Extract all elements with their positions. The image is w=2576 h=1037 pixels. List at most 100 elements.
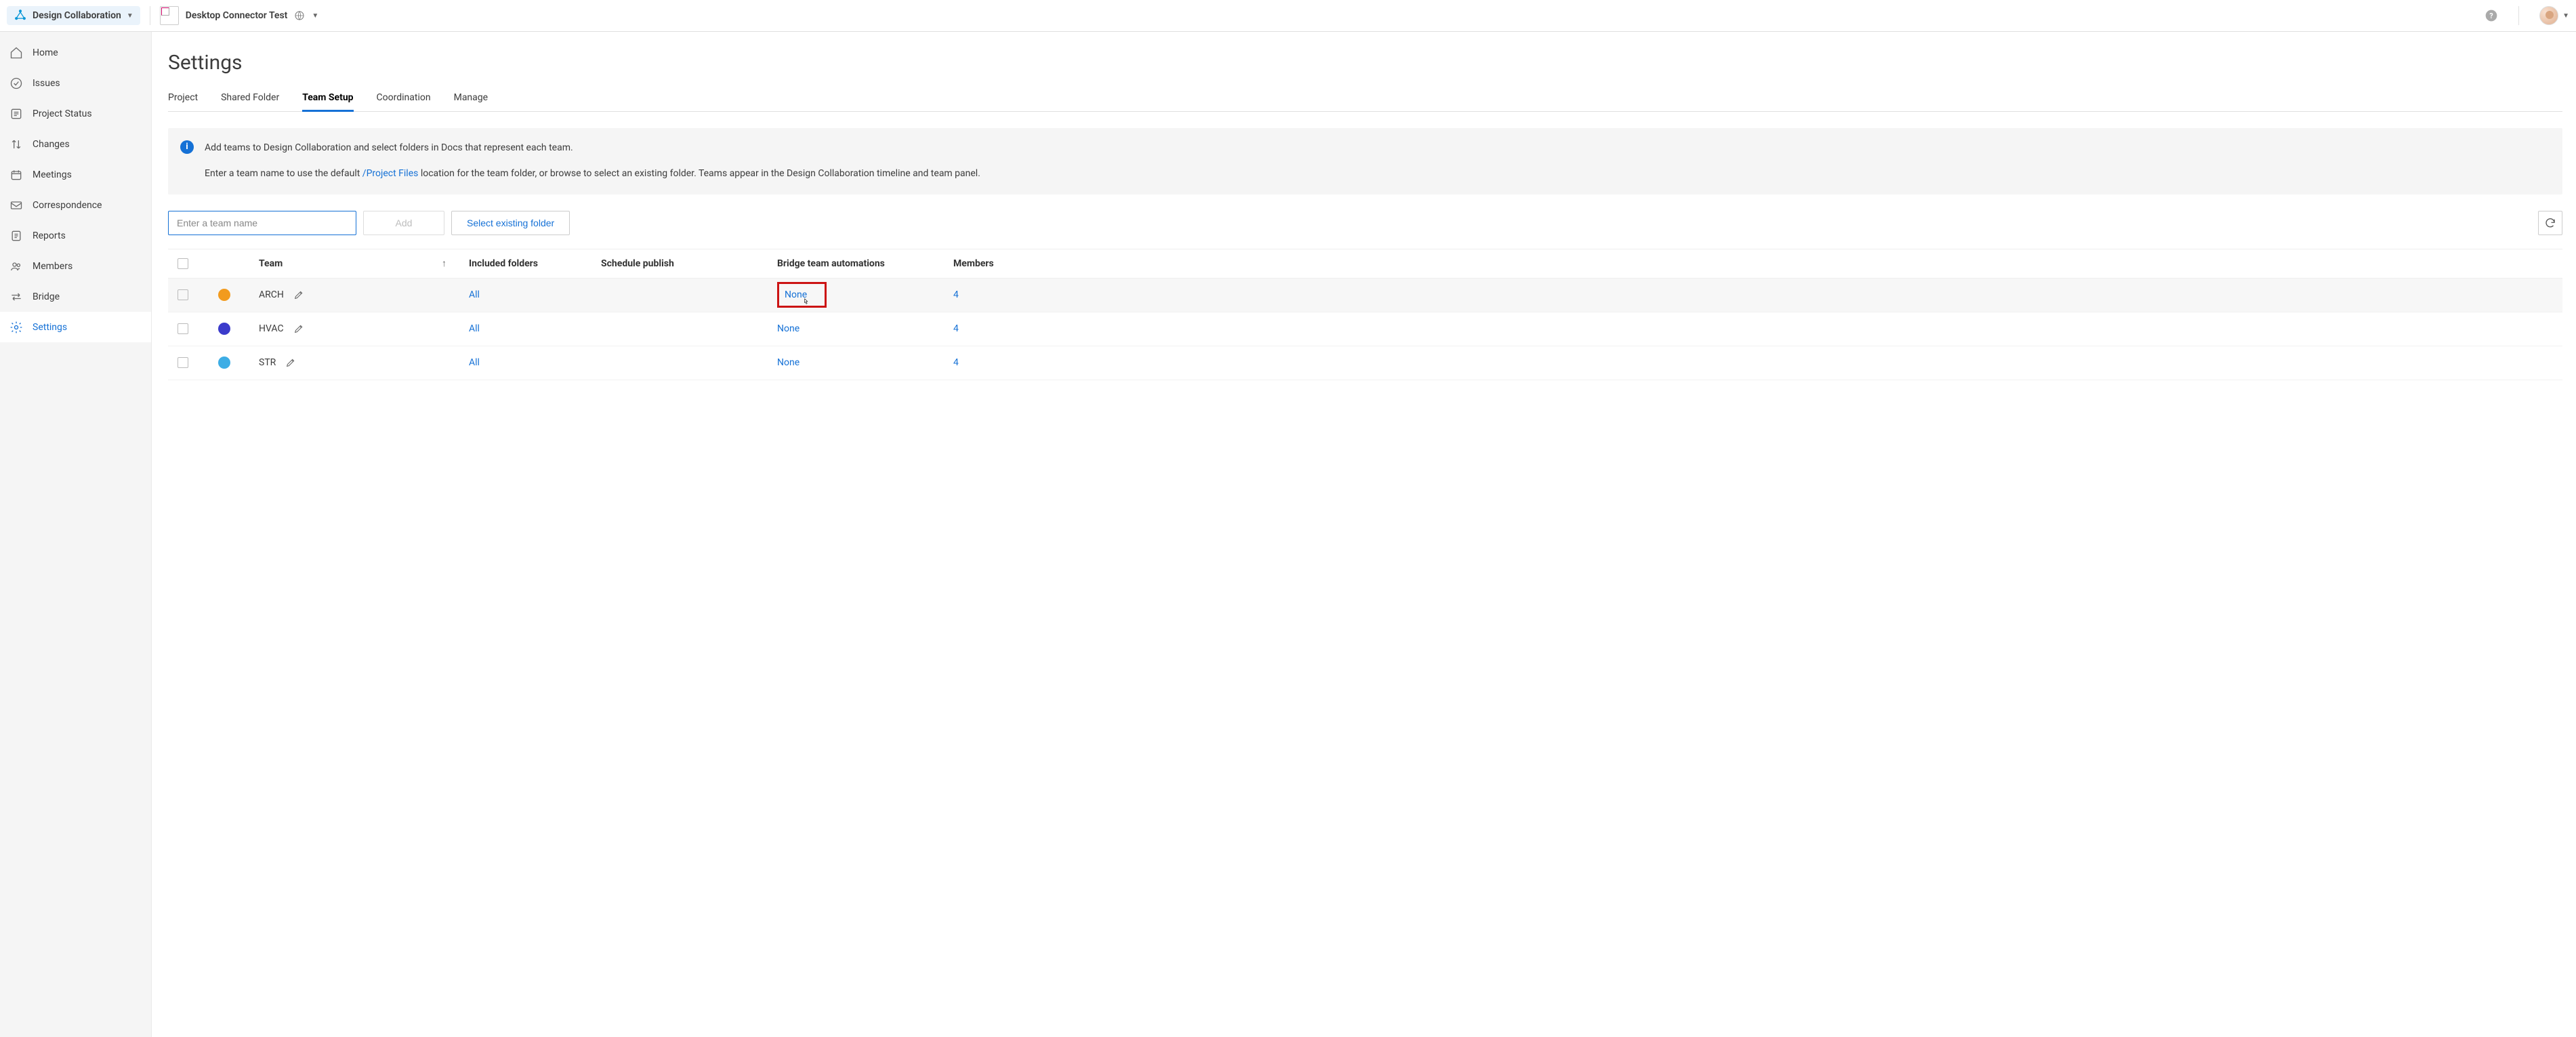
sidebar-item-reports[interactable]: Reports — [0, 220, 151, 251]
sidebar-item-label: Meetings — [33, 169, 72, 180]
sidebar-item-label: Correspondence — [33, 200, 102, 211]
sidebar-item-label: Changes — [33, 139, 70, 150]
th-schedule[interactable]: Schedule publish — [601, 258, 777, 269]
main-content: Settings Project Shared Folder Team Setu… — [152, 32, 2576, 1037]
bridge-automations-link[interactable]: None — [777, 323, 953, 334]
edit-icon[interactable] — [293, 323, 304, 334]
select-all-checkbox[interactable] — [178, 258, 188, 269]
tab-coordination[interactable]: Coordination — [377, 92, 431, 111]
team-color-dot — [218, 289, 230, 301]
banner-text-1: Add teams to Design Collaboration and se… — [205, 140, 2550, 157]
table-row: STR All None 4 — [168, 346, 2562, 380]
project-name: Desktop Connector Test — [186, 10, 288, 21]
list-icon — [9, 107, 23, 121]
row-checkbox[interactable] — [178, 357, 188, 368]
tab-shared-folder[interactable]: Shared Folder — [221, 92, 279, 111]
mail-icon — [9, 199, 23, 212]
sidebar-item-settings[interactable]: Settings — [0, 312, 151, 342]
edit-icon[interactable] — [285, 357, 296, 368]
table-row: HVAC All None 4 — [168, 312, 2562, 346]
project-files-link[interactable]: /Project Files — [362, 168, 419, 179]
swap-horizontal-icon — [9, 290, 23, 304]
globe-icon — [294, 10, 305, 21]
edit-icon[interactable] — [293, 289, 304, 300]
info-banner: i Add teams to Design Collaboration and … — [168, 128, 2562, 195]
banner-text-2a: Enter a team name to use the default — [205, 168, 362, 179]
sidebar-item-label: Project Status — [33, 108, 92, 119]
sidebar-item-label: Issues — [33, 78, 60, 89]
th-bridge[interactable]: Bridge team automations — [777, 258, 953, 269]
teams-table: Team ↑ Included folders Schedule publish… — [168, 249, 2562, 380]
team-color-dot — [218, 323, 230, 335]
team-color-dot — [218, 357, 230, 369]
report-icon — [9, 229, 23, 243]
sidebar-item-members[interactable]: Members — [0, 251, 151, 281]
calendar-icon — [9, 168, 23, 182]
top-bar: Design Collaboration ▼ Desktop Connector… — [0, 0, 2576, 32]
team-name-input[interactable] — [168, 211, 356, 235]
gear-icon — [9, 321, 23, 334]
table-row: ARCH All None 4 — [168, 279, 2562, 312]
sidebar-item-label: Members — [33, 261, 72, 272]
team-name: STR — [259, 357, 276, 368]
included-folders-link[interactable]: All — [469, 323, 601, 334]
page-title: Settings — [168, 51, 2562, 75]
user-menu[interactable]: ▼ — [2539, 6, 2569, 25]
action-row: Add Select existing folder — [168, 211, 2562, 235]
row-checkbox[interactable] — [178, 289, 188, 300]
sidebar-item-label: Settings — [33, 322, 67, 333]
banner-text-2: Enter a team name to use the default /Pr… — [205, 166, 2550, 182]
sidebar-item-issues[interactable]: Issues — [0, 68, 151, 98]
members-link[interactable]: 4 — [953, 323, 1075, 334]
sort-arrow-icon[interactable]: ↑ — [442, 258, 469, 269]
team-name: ARCH — [259, 289, 284, 300]
module-name: Design Collaboration — [33, 10, 121, 21]
team-name: HVAC — [259, 323, 284, 334]
th-included[interactable]: Included folders — [469, 258, 601, 269]
sidebar-item-label: Bridge — [33, 291, 60, 302]
info-icon: i — [180, 140, 194, 154]
cursor-pointer-icon — [802, 296, 811, 308]
sidebar-item-project-status[interactable]: Project Status — [0, 98, 151, 129]
sidebar-item-home[interactable]: Home — [0, 37, 151, 68]
project-thumb-icon — [160, 6, 179, 25]
members-link[interactable]: 4 — [953, 357, 1075, 368]
tab-manage[interactable]: Manage — [454, 92, 488, 111]
sidebar-item-correspondence[interactable]: Correspondence — [0, 190, 151, 220]
select-folder-button[interactable]: Select existing folder — [451, 211, 570, 235]
included-folders-link[interactable]: All — [469, 289, 601, 300]
chevron-down-icon: ▼ — [127, 12, 133, 20]
sidebar: Home Issues Project Status Changes Meeti… — [0, 32, 152, 1037]
module-logo-icon — [14, 9, 27, 22]
swap-vertical-icon — [9, 138, 23, 151]
home-icon — [9, 46, 23, 60]
banner-text-2b: location for the team folder, or browse … — [418, 168, 980, 179]
check-circle-icon — [9, 77, 23, 90]
add-button[interactable]: Add — [363, 211, 444, 235]
row-checkbox[interactable] — [178, 323, 188, 334]
tab-project[interactable]: Project — [168, 92, 198, 111]
help-icon[interactable]: ? — [2485, 9, 2498, 22]
project-picker[interactable]: Desktop Connector Test ▼ — [160, 6, 319, 25]
tab-team-setup[interactable]: Team Setup — [302, 92, 353, 112]
sidebar-item-bridge[interactable]: Bridge — [0, 281, 151, 312]
svg-text:?: ? — [2489, 12, 2493, 20]
avatar — [2539, 6, 2558, 25]
sidebar-item-changes[interactable]: Changes — [0, 129, 151, 159]
sidebar-item-label: Home — [33, 47, 58, 58]
members-link[interactable]: 4 — [953, 289, 1075, 300]
included-folders-link[interactable]: All — [469, 357, 601, 368]
people-icon — [9, 260, 23, 273]
sidebar-item-label: Reports — [33, 230, 66, 241]
separator — [2518, 6, 2519, 25]
table-header-row: Team ↑ Included folders Schedule publish… — [168, 249, 2562, 279]
th-members[interactable]: Members — [953, 258, 1075, 269]
refresh-button[interactable] — [2538, 211, 2562, 235]
highlight-bridge-automation: None — [777, 282, 827, 308]
th-team[interactable]: Team — [259, 258, 442, 269]
module-switcher[interactable]: Design Collaboration ▼ — [7, 6, 140, 25]
bridge-automations-link[interactable]: None — [777, 357, 953, 368]
sidebar-item-meetings[interactable]: Meetings — [0, 159, 151, 190]
settings-tabs: Project Shared Folder Team Setup Coordin… — [168, 92, 2562, 112]
chevron-down-icon: ▼ — [312, 12, 318, 20]
